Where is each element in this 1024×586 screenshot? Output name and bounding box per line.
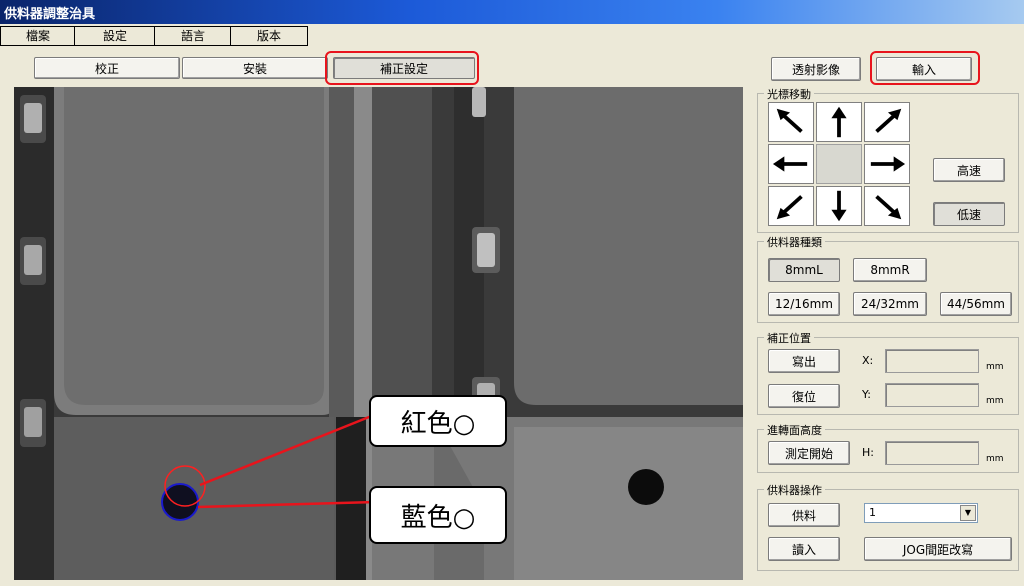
highlight-input-button (870, 51, 980, 85)
y-field[interactable] (885, 383, 979, 407)
x-unit: mm (986, 362, 1004, 372)
arrow-up-icon[interactable] (816, 102, 862, 142)
arrow-up-left-icon[interactable] (768, 102, 814, 142)
height-label: 進轉面高度 (764, 422, 825, 438)
app-window: 供料器調整治具 檔案 設定 語言 版本 校正 安裝 補正設定 紅色○ 藍色○ 透… (0, 0, 1024, 586)
arrow-down-right-icon[interactable] (864, 186, 910, 226)
feed-count-select[interactable]: 1 ▼ (864, 503, 978, 523)
feeder-type-label: 供料器種類 (764, 234, 825, 250)
jog-pitch-rewrite-button[interactable]: JOG間距改寫 (864, 537, 1012, 561)
arrow-pad-center (816, 144, 862, 184)
arrow-left-icon[interactable] (768, 144, 814, 184)
read-button[interactable]: 讀入 (768, 537, 840, 561)
menu-file[interactable]: 檔案 (0, 26, 76, 46)
title-bar: 供料器調整治具 (0, 0, 1024, 24)
cursor-move-label: 光標移動 (764, 86, 814, 102)
feeder-8mmr-button[interactable]: 8mmR (853, 258, 927, 282)
feeder-24-32mm-button[interactable]: 24/32mm (853, 292, 927, 316)
through-image-button[interactable]: 透射影像 (771, 57, 861, 81)
reset-button[interactable]: 復位 (768, 384, 840, 408)
feeder-12-16mm-button[interactable]: 12/16mm (768, 292, 840, 316)
callout-red-circle: 紅色○ (369, 395, 507, 447)
feeder-8mml-button[interactable]: 8mmL (768, 258, 840, 282)
y-label: Y: (862, 388, 871, 401)
menu-version[interactable]: 版本 (230, 26, 308, 46)
arrow-down-icon[interactable] (816, 186, 862, 226)
feed-button[interactable]: 供料 (768, 503, 840, 527)
window-title: 供料器調整治具 (4, 7, 96, 22)
feeder-operation-label: 供料器操作 (764, 482, 825, 498)
fast-button[interactable]: 高速 (933, 158, 1005, 182)
highlight-correction-settings (325, 51, 479, 85)
menu-settings[interactable]: 設定 (74, 26, 156, 46)
feed-count-value: 1 (869, 506, 876, 519)
x-field[interactable] (885, 349, 979, 373)
h-unit: mm (986, 454, 1004, 464)
y-unit: mm (986, 396, 1004, 406)
menu-language[interactable]: 語言 (154, 26, 232, 46)
tab-install[interactable]: 安裝 (182, 57, 328, 79)
show-button[interactable]: 寫出 (768, 349, 840, 373)
camera-image: 紅色○ 藍色○ (14, 87, 743, 580)
arrow-up-right-icon[interactable] (864, 102, 910, 142)
feeder-44-56mm-button[interactable]: 44/56mm (940, 292, 1012, 316)
measure-start-button[interactable]: 測定開始 (768, 441, 850, 465)
chevron-down-icon[interactable]: ▼ (960, 505, 976, 521)
arrow-down-left-icon[interactable] (768, 186, 814, 226)
arrow-right-icon[interactable] (864, 144, 910, 184)
h-label: H: (862, 446, 874, 459)
x-label: X: (862, 354, 874, 367)
slow-button[interactable]: 低速 (933, 202, 1005, 226)
h-field[interactable] (885, 441, 979, 465)
correction-position-label: 補正位置 (764, 330, 814, 346)
callout-blue-circle: 藍色○ (369, 486, 507, 544)
tab-calibration[interactable]: 校正 (34, 57, 180, 79)
